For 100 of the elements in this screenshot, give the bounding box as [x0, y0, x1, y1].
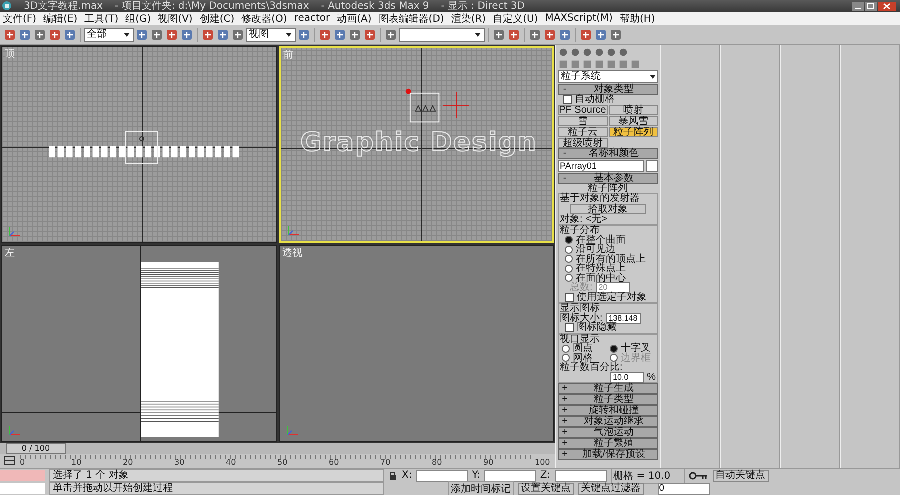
radio-label: 在所有的顶点上 — [576, 254, 646, 264]
app-name: - Autodesk 3ds Max 9 — [321, 0, 430, 12]
menu-item[interactable]: 创建(C) — [200, 12, 235, 26]
pick-object-button[interactable]: 拾取对象 — [570, 204, 646, 214]
checkbox[interactable] — [565, 292, 574, 302]
object-type-button[interactable]: 粒子阵列 — [608, 126, 658, 136]
timeline-tick-label: 0 — [20, 458, 26, 467]
radio-button[interactable] — [610, 344, 618, 353]
menu-item[interactable]: 渲染(R) — [451, 12, 486, 26]
rollout-header[interactable]: + 旋转和碰撞 — [558, 405, 658, 416]
radio-button[interactable] — [565, 246, 573, 254]
selection-filter-dropdown[interactable]: 全部 — [84, 28, 134, 42]
object-type-button[interactable]: 喷射 — [608, 104, 658, 114]
auto-key-button[interactable]: 自动关键点 — [712, 470, 769, 482]
checkbox[interactable] — [563, 95, 572, 104]
app-logo-icon — [2, 1, 12, 11]
time-slider-thumb[interactable]: 0 / 100 — [6, 443, 66, 454]
timeline-tick-label: 60 — [329, 458, 340, 467]
dropdown-arrow-icon — [123, 30, 131, 38]
project-folder: - 项目文件夹: d:\My Documents\3dsmax — [115, 0, 310, 13]
minimize-icon[interactable] — [852, 2, 864, 10]
rollout-header[interactable]: + 对象运动继承 — [558, 416, 658, 427]
x-field[interactable] — [416, 470, 468, 482]
radio-button[interactable] — [565, 264, 573, 273]
timeline-tick-label: 100 — [535, 458, 550, 467]
emitter-icon — [125, 131, 159, 165]
viewport-label[interactable]: 左 — [5, 246, 15, 260]
menu-item[interactable]: 图表编辑器(D) — [378, 12, 444, 26]
named-selection-dropdown[interactable] — [399, 28, 485, 42]
radio-button[interactable] — [565, 236, 573, 244]
menu-item[interactable]: 修改器(O) — [242, 12, 288, 26]
rollout-header[interactable]: - 基本参数 — [558, 172, 658, 184]
checkbox-label: 图标隐藏 — [577, 323, 617, 332]
timeline-tick-label: 90 — [484, 458, 494, 467]
name-field[interactable]: PArray01 — [558, 160, 644, 172]
percent-label: 粒子数百分比: — [560, 363, 623, 372]
category-dropdown[interactable]: 粒子系统 — [558, 70, 658, 83]
radio-button[interactable] — [562, 354, 570, 362]
group-title: 基于对象的发射器 — [560, 194, 641, 204]
menu-item[interactable]: 文件(F) — [3, 12, 37, 26]
group-title: 粒子分布 — [560, 226, 600, 236]
set-key-button[interactable]: 设置关键点 — [518, 482, 574, 494]
display-driver: - 显示 : Direct 3D — [441, 0, 525, 13]
key-filters-button[interactable]: 关键点过滤器 — [578, 482, 644, 494]
menu-item[interactable]: 自定义(U) — [493, 12, 538, 26]
menu-item[interactable]: 编辑(E) — [44, 12, 78, 26]
percent-unit: % — [647, 372, 656, 382]
menu-item[interactable]: 组(G) — [126, 12, 152, 26]
key-icon[interactable] — [688, 470, 709, 480]
radio-label: 圆点 — [573, 344, 593, 354]
maximize-icon[interactable] — [865, 2, 877, 10]
viewport[interactable]: 透视 — [278, 245, 554, 442]
frame-field[interactable]: 0 — [658, 482, 710, 494]
timeline-tick-label: 30 — [174, 458, 185, 467]
object-type-button[interactable]: 雪 — [558, 116, 608, 126]
timeline-tick-label: 20 — [123, 458, 134, 467]
menu-item[interactable]: MAXScript(M) — [545, 13, 613, 24]
y-field[interactable] — [484, 470, 536, 482]
menu-item[interactable]: 工具(T) — [84, 12, 119, 26]
object-type-button[interactable]: PF Source — [558, 104, 608, 114]
radio-button[interactable] — [565, 255, 573, 264]
add-time-tag[interactable]: 添加时间标记 — [448, 480, 514, 495]
total-label: 总数: — [570, 283, 593, 292]
object-type-button[interactable]: 暴风雪 — [608, 116, 658, 126]
radio-label: 边界框 — [621, 354, 651, 363]
radio-button[interactable] — [562, 344, 570, 353]
lock-icon[interactable] — [388, 470, 398, 480]
checkbox[interactable] — [565, 323, 574, 332]
viewport-label[interactable]: 透视 — [282, 246, 302, 260]
dropdown-arrow-icon — [474, 30, 482, 38]
radio-button[interactable] — [565, 274, 573, 282]
coordinate-system-dropdown[interactable]: 视图 — [246, 28, 296, 42]
group-title: 视口显示 — [560, 334, 601, 344]
object-type-button[interactable]: 粒子云 — [558, 126, 608, 136]
script-input-field[interactable] — [0, 483, 45, 494]
percent-spinner[interactable]: 10.0 — [610, 372, 644, 383]
z-label: Z: — [540, 470, 551, 481]
radio-label: 在面的中心 — [576, 274, 626, 283]
rollout-header[interactable]: + 气泡运动 — [558, 427, 658, 438]
script-listener-field[interactable] — [0, 470, 45, 481]
axis-tripod-icon — [286, 423, 300, 437]
rollout-header[interactable]: + 粒子类型 — [558, 394, 658, 405]
menu-item[interactable]: 视图(V) — [158, 12, 193, 26]
rollout-header[interactable]: - 名称和颜色 — [558, 148, 658, 158]
color-swatch[interactable] — [646, 160, 658, 172]
icon-size-label: 图标大小: — [560, 314, 603, 323]
rollout-header[interactable]: + 加载/保存预设 — [558, 449, 658, 460]
viewport[interactable]: 左 — [1, 245, 276, 442]
timeline-tick-label: 10 — [72, 458, 82, 467]
menu-item[interactable]: reactor — [294, 13, 330, 24]
rollout-header[interactable]: + 粒子生成 — [558, 383, 658, 394]
timeline-tick-label: 40 — [226, 458, 236, 467]
object-type-button[interactable]: 超级喷射 — [558, 138, 608, 148]
rollout-header[interactable]: - 对象类型 — [558, 84, 658, 95]
object-value: <无> — [586, 214, 608, 224]
rollout-header[interactable]: + 粒子繁殖 — [558, 438, 658, 449]
close-icon[interactable] — [878, 2, 896, 10]
menu-item[interactable]: 动画(A) — [337, 12, 372, 26]
z-field[interactable] — [554, 470, 607, 482]
menu-item[interactable]: 帮助(H) — [620, 12, 656, 26]
